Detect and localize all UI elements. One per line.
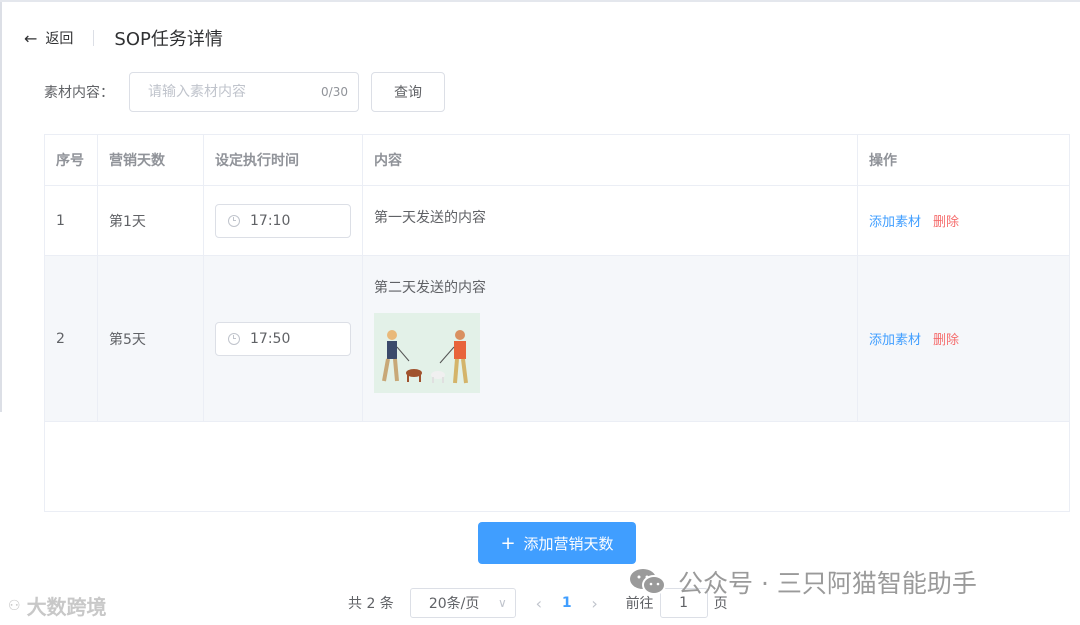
chevron-down-icon: ∨ xyxy=(498,596,507,610)
plus-icon: + xyxy=(500,532,516,554)
dog-walking-illustration xyxy=(374,313,480,393)
watermark-right: 公众号 · 三只阿猫智能助手 xyxy=(628,564,977,600)
material-content-field[interactable]: 0/30 xyxy=(129,71,359,112)
delete-link[interactable]: 删除 xyxy=(933,329,959,348)
watermark-left: ⚇ 大数跨境 xyxy=(8,591,107,620)
prev-page-icon[interactable]: ‹ xyxy=(534,594,544,613)
col-header-actions: 操作 xyxy=(869,153,897,169)
page-title: SOP任务详情 xyxy=(114,29,223,50)
col-header-index: 序号 xyxy=(45,135,98,185)
material-image[interactable] xyxy=(374,313,480,393)
time-picker[interactable]: 17:50 xyxy=(215,321,351,356)
clock-icon xyxy=(228,332,240,345)
row-index: 1 xyxy=(45,186,98,255)
row-index: 2 xyxy=(45,256,98,421)
query-button[interactable]: 查询 xyxy=(371,71,445,112)
sop-table: 序号 营销天数 设定执行时间 内容 操作 1 第1天 17:10 第一天发送的内… xyxy=(44,134,1070,512)
watermark-logo-icon: ⚇ xyxy=(8,597,21,614)
watermark-right-text: 公众号 · 三只阿猫智能助手 xyxy=(678,569,977,598)
row-time-cell: 17:10 xyxy=(204,186,363,255)
time-picker[interactable]: 17:10 xyxy=(215,203,351,238)
page-size-select[interactable]: 20条/页 ∨ xyxy=(409,588,516,618)
header-divider xyxy=(93,30,95,46)
material-content-input[interactable] xyxy=(146,82,310,101)
add-marketing-day-button[interactable]: + 添加营销天数 xyxy=(478,522,636,564)
row-day: 第5天 xyxy=(98,256,204,421)
row-actions: 添加素材 删除 xyxy=(858,256,1069,421)
add-material-link[interactable]: 添加素材 xyxy=(869,211,921,230)
content-text: 第一天发送的内容 xyxy=(374,210,486,226)
row-content: 第二天发送的内容 xyxy=(363,256,858,421)
add-material-link[interactable]: 添加素材 xyxy=(869,329,921,348)
row-actions: 添加素材 删除 xyxy=(858,186,1069,255)
next-page-icon[interactable]: › xyxy=(590,594,600,613)
clock-icon xyxy=(228,214,240,227)
page-size-value: 20条/页 xyxy=(428,596,480,612)
arrow-left-icon: ← xyxy=(24,28,38,48)
table-row: 2 第5天 17:50 第二天发送的内容 添加素材 删除 xyxy=(45,256,1069,422)
current-page[interactable]: 1 xyxy=(562,595,572,611)
row-day: 第1天 xyxy=(98,186,204,255)
time-value: 17:50 xyxy=(250,330,291,347)
watermark-left-text: 大数跨境 xyxy=(26,595,107,619)
add-marketing-day-label: 添加营销天数 xyxy=(523,534,614,553)
table-row: 1 第1天 17:10 第一天发送的内容 添加素材 删除 xyxy=(45,186,1069,256)
char-count: 0/30 xyxy=(321,84,348,99)
row-time-cell: 17:50 xyxy=(204,256,363,421)
left-border xyxy=(0,2,2,412)
page-header: ← 返回 SOP任务详情 xyxy=(24,24,223,52)
row-content: 第一天发送的内容 xyxy=(363,186,858,255)
delete-link[interactable]: 删除 xyxy=(933,211,959,230)
top-border xyxy=(0,0,1080,2)
search-bar: 素材内容： 0/30 查询 xyxy=(44,71,445,112)
table-header: 序号 营销天数 设定执行时间 内容 操作 xyxy=(45,135,1069,186)
back-label: 返回 xyxy=(45,31,74,47)
total-count: 共 2 条 xyxy=(348,596,394,612)
col-header-content: 内容 xyxy=(363,135,858,185)
back-button[interactable]: ← 返回 xyxy=(24,28,73,48)
time-value: 17:10 xyxy=(250,212,291,229)
content-text: 第二天发送的内容 xyxy=(374,280,486,296)
wechat-icon xyxy=(630,569,666,595)
col-header-time: 设定执行时间 xyxy=(204,135,363,185)
search-label: 素材内容： xyxy=(44,84,114,101)
col-header-day: 营销天数 xyxy=(98,135,204,185)
